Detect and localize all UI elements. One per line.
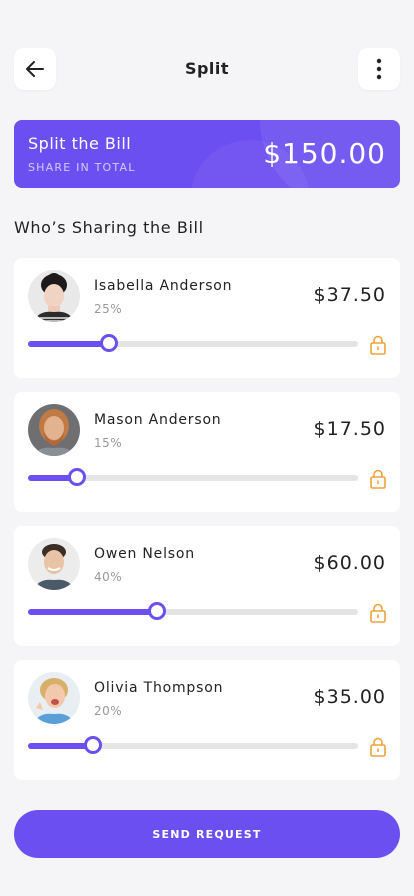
avatar [28,404,80,456]
participant-name: Olivia Thompson [94,680,224,696]
bill-total-amount: $150.00 [263,137,386,170]
avatar [28,270,80,322]
participant-amount: $35.00 [313,686,386,708]
avatar [28,538,80,590]
slider-handle[interactable] [148,602,167,620]
participant-name: Isabella Anderson [94,278,233,294]
slider-fill [28,341,109,347]
lock-icon[interactable] [370,469,386,489]
slider-handle[interactable] [99,334,118,352]
participant-amount: $37.50 [313,284,386,306]
slider-fill [28,743,93,749]
top-bar: Split [14,48,400,90]
participant-percent: 20% [94,704,123,718]
share-slider[interactable] [28,602,358,620]
participant-amount: $17.50 [313,418,386,440]
participant-percent: 15% [94,436,123,450]
share-slider[interactable] [28,334,358,352]
slider-handle[interactable] [83,736,102,754]
participant-card: Olivia Thompson 20% $35.00 [14,660,400,780]
participant-amount: $60.00 [313,552,386,574]
participant-name: Owen Nelson [94,546,195,562]
send-request-button[interactable]: SEND REQUEST [14,810,400,858]
participant-card: Owen Nelson 40% $60.00 [14,526,400,646]
share-slider[interactable] [28,468,358,486]
bill-title: Split the Bill [28,134,132,153]
slider-fill [28,609,158,615]
participant-percent: 25% [94,302,123,316]
page-title: Split [184,59,230,78]
participant-card: Isabella Anderson 25% $37.50 [14,258,400,378]
lock-icon[interactable] [370,335,386,355]
more-vertical-icon [376,58,382,80]
participant-card: Mason Anderson 15% $17.50 [14,392,400,512]
section-title: Who’s Sharing the Bill [14,218,204,237]
share-slider[interactable] [28,736,358,754]
participant-percent: 40% [94,570,123,584]
more-options-button[interactable] [358,48,400,90]
participant-name: Mason Anderson [94,412,222,428]
lock-icon[interactable] [370,737,386,757]
lock-icon[interactable] [370,603,386,623]
bill-total-card: Split the Bill SHARE IN TOTAL $150.00 [14,120,400,188]
slider-handle[interactable] [67,468,86,486]
avatar [28,672,80,724]
bill-subtitle: SHARE IN TOTAL [28,161,136,174]
